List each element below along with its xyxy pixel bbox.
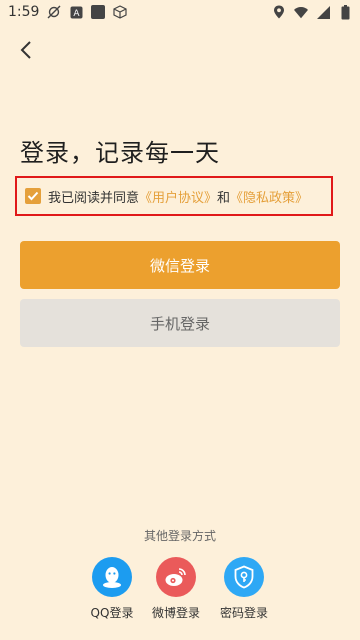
back-button[interactable] <box>12 38 40 66</box>
qq-icon <box>92 557 132 597</box>
agreement-checkbox[interactable] <box>25 188 41 204</box>
weibo-login-button[interactable]: 微博登录 <box>141 557 211 621</box>
svg-text:A: A <box>73 9 80 19</box>
status-right <box>272 4 352 19</box>
location-icon <box>272 5 286 19</box>
privacy-policy-link[interactable]: 《隐私政策》 <box>230 187 308 206</box>
qq-login-button[interactable]: QQ登录 <box>77 557 147 621</box>
chevron-left-icon <box>19 40 33 64</box>
status-left: 1:59 A <box>8 4 128 20</box>
user-agreement-link[interactable]: 《用户协议》 <box>139 187 217 206</box>
a-box-icon: A <box>69 5 83 19</box>
agreement-prefix: 我已阅读并同意 <box>48 190 140 206</box>
password-login-label: 密码登录 <box>219 606 268 620</box>
status-bar: 1:59 A <box>0 0 360 24</box>
checkmark-icon <box>27 191 39 201</box>
phone-login-button[interactable]: 手机登录 <box>20 299 340 347</box>
agreement-row: 我已阅读并同意 《用户协议》 和 《隐私政策》 <box>15 176 333 216</box>
cube-icon <box>113 5 128 19</box>
weibo-login-label: 微博登录 <box>151 606 200 620</box>
other-login-title: 其他登录方式 <box>143 529 216 543</box>
signal-icon <box>316 5 330 19</box>
square-icon <box>91 5 106 19</box>
password-login-button[interactable]: 密码登录 <box>209 557 279 621</box>
agreement-conjunction: 和 <box>217 190 231 206</box>
status-time: 1:59 <box>8 4 40 20</box>
page-title: 登录，记录每一天 <box>20 139 220 167</box>
weibo-icon <box>156 557 196 597</box>
shield-key-icon <box>224 557 264 597</box>
wifi-icon <box>294 5 308 19</box>
wechat-login-button[interactable]: 微信登录 <box>20 241 340 289</box>
sync-off-icon <box>47 5 61 19</box>
qq-login-label: QQ登录 <box>90 606 134 620</box>
battery-icon <box>338 4 352 19</box>
